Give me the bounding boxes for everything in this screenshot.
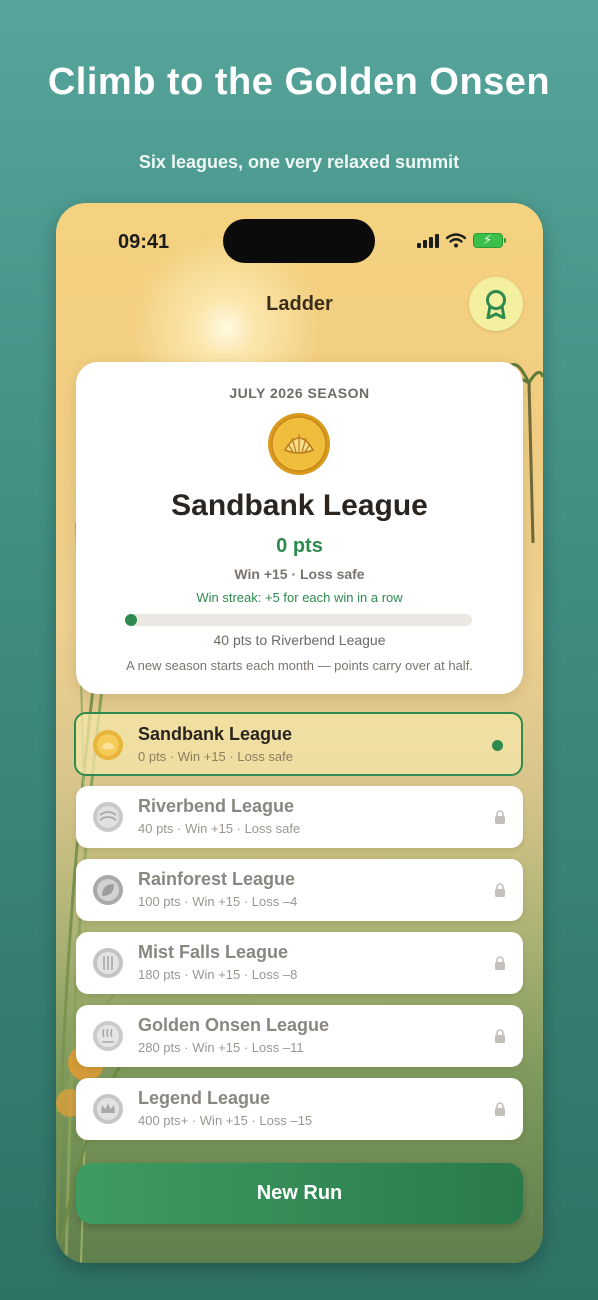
status-icons: ⚡ [417,232,506,248]
league-name: Golden Onsen League [138,1015,330,1035]
awards-button[interactable] [469,277,523,331]
current-league-rules: Win +15 · Loss safe [234,566,365,582]
league-meta: 280 pts · Win +15 · Loss –11 [138,1040,304,1055]
league-name: Mist Falls League [138,942,289,962]
battery-charging-icon: ⚡ [473,232,506,248]
league-row-legend[interactable]: Legend League 400 pts+ · Win +15 · Loss … [76,1078,523,1140]
promo-title: Climb to the Golden Onsen [47,61,551,103]
league-name: Legend League [138,1088,271,1108]
phone-screen: 09:41 ⚡ Ladder JULY 2026 SEASON Sandbank… [56,203,543,1263]
leaf-coin-icon [93,875,123,905]
season-card: JULY 2026 SEASON Sandbank League 0 pts W… [76,362,523,694]
league-row-sandbank[interactable]: Sandbank League 0 pts · Win +15 · Loss s… [74,712,523,776]
league-meta: 100 pts · Win +15 · Loss –4 [138,894,298,909]
season-label: JULY 2026 SEASON [229,385,370,401]
current-league-indicator [492,740,503,751]
league-meta: 0 pts · Win +15 · Loss safe [138,749,293,764]
league-row-golden-onsen[interactable]: Golden Onsen League 280 pts · Win +15 · … [76,1005,523,1067]
progress-text: 40 pts to Riverbend League [213,632,386,648]
season-note: A new season starts each month — points … [126,658,473,673]
promotion-progress-bar [125,614,472,626]
league-meta: 400 pts+ · Win +15 · Loss –15 [138,1113,313,1128]
status-time: 09:41 [118,231,170,253]
lock-icon [495,956,505,970]
river-coin-icon [93,802,123,832]
league-row-riverbend[interactable]: Riverbend League 40 pts · Win +15 · Loss… [76,786,523,848]
league-meta: 180 pts · Win +15 · Loss –8 [138,967,298,982]
wifi-icon [446,233,466,248]
shell-coin-icon [93,730,123,760]
league-name: Rainforest League [138,869,296,889]
lock-icon [495,1029,505,1043]
league-name: Sandbank League [138,724,293,744]
progress-marker [125,614,137,626]
lock-icon [495,1102,505,1116]
league-meta: 40 pts · Win +15 · Loss safe [138,821,301,836]
current-league-name: Sandbank League [171,489,428,522]
lock-icon [495,883,505,897]
signal-icon [417,233,439,248]
dynamic-island [223,219,375,263]
league-row-rainforest[interactable]: Rainforest League 100 pts · Win +15 · Lo… [76,859,523,921]
shell-medal-icon [268,413,330,475]
lock-icon [495,810,505,824]
onsen-coin-icon [93,1021,123,1051]
current-points: 0 pts [276,535,323,557]
award-ribbon-icon [486,290,506,319]
league-row-mist-falls[interactable]: Mist Falls League 180 pts · Win +15 · Lo… [76,932,523,994]
crown-coin-icon [93,1094,123,1124]
win-streak-note: Win streak: +5 for each win in a row [196,590,403,605]
promo-subtitle: Six leagues, one very relaxed summit [138,152,460,172]
waterfall-coin-icon [93,948,123,978]
new-run-button[interactable]: New Run [76,1163,523,1224]
league-name: Riverbend League [138,796,295,816]
